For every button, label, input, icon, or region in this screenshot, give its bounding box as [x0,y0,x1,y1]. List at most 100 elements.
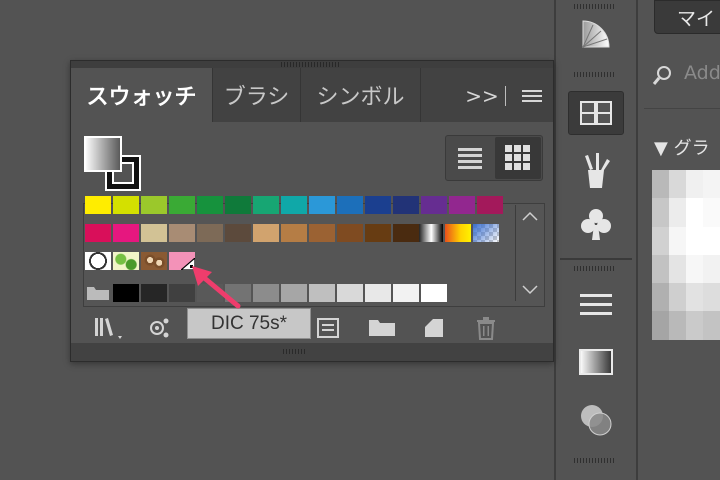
delete-swatch-button[interactable] [473,315,499,341]
gradient-swatch-orange-yellow[interactable] [445,224,471,242]
color-swatch[interactable] [281,196,307,214]
dock-grip[interactable] [574,266,614,271]
color-swatch[interactable] [449,196,475,214]
right-panel-divider [644,108,720,109]
annotation-arrow-icon [192,266,241,309]
color-swatch[interactable] [113,196,139,214]
gradient-swatch-blue-transparent[interactable] [473,224,499,242]
panel-menu-button[interactable] [517,78,547,114]
tab-bar-divider [505,86,506,106]
pattern-swatch-leaf[interactable] [113,252,139,270]
transparency-panel-button[interactable] [568,398,624,442]
panel-tab-bar: スウォッチ ブラシ シンボル >> [71,68,553,122]
brushes-icon [585,153,610,188]
new-swatch-icon [425,319,443,337]
grey-swatch[interactable] [365,284,391,302]
symbols-panel-button[interactable] [568,203,624,247]
grid-view-icon [505,145,530,170]
pattern-swatch-dots[interactable] [85,252,111,270]
color-swatch[interactable] [141,224,167,242]
swatch-library-icon [95,318,122,339]
stroke-panel-button[interactable] [568,283,624,327]
color-swatch[interactable] [141,196,167,214]
library-dropdown[interactable]: マイ [654,0,720,34]
swatch-scrollbar[interactable] [515,205,543,301]
grey-swatch[interactable] [253,284,279,302]
show-kinds-button[interactable] [147,315,173,341]
dock-grip[interactable] [574,72,614,77]
dock-divider [560,258,632,260]
panel-drag-bar[interactable] [71,61,553,68]
color-swatch[interactable] [253,196,279,214]
delete-swatch-icon [477,317,495,340]
color-swatch[interactable] [197,196,223,214]
color-swatch[interactable] [337,196,363,214]
pattern-swatch-swirl[interactable] [141,252,167,270]
library-section-title[interactable]: ▼ グラ [654,134,710,160]
grey-swatch[interactable] [337,284,363,302]
swatch-library-button[interactable] [93,315,127,341]
panel-resize-grip[interactable] [71,343,553,361]
grey-swatch[interactable] [309,284,335,302]
swatch-options-button[interactable] [315,315,341,341]
grey-swatch[interactable] [421,284,447,302]
color-group-folder-icon[interactable] [85,284,111,302]
color-swatch[interactable] [85,196,111,214]
stroke-icon [580,294,612,315]
club-symbol-icon [581,209,611,240]
grey-swatch[interactable] [113,284,139,302]
tab-symbols[interactable]: シンボル [301,68,421,122]
brushes-panel-button[interactable] [568,148,624,192]
library-dropdown-label: マイ [677,8,716,30]
color-swatch[interactable] [253,224,279,242]
color-swatch[interactable] [337,224,363,242]
new-color-group-icon [369,320,395,336]
transparency-icon [581,405,612,436]
list-view-button[interactable] [447,137,493,179]
gradient-fan-icon [582,20,610,48]
color-swatch[interactable] [393,224,419,242]
color-swatch[interactable] [281,224,307,242]
color-swatch[interactable] [365,196,391,214]
list-view-icon [458,148,482,169]
panel-overflow-button[interactable]: >> [465,78,499,114]
color-swatch[interactable] [169,224,195,242]
color-swatch[interactable] [85,224,111,242]
gradient-fan-button[interactable] [568,12,624,56]
hamburger-menu-icon [522,90,542,102]
swatches-panel-button[interactable] [568,91,624,135]
fill-stroke-indicator[interactable] [83,135,145,195]
color-swatch[interactable] [393,196,419,214]
grey-swatch[interactable] [393,284,419,302]
color-swatch[interactable] [113,224,139,242]
tab-swatches[interactable]: スウォッチ [71,68,213,122]
scroll-down-icon [522,285,538,295]
new-color-group-button[interactable] [367,315,397,341]
color-swatch[interactable] [365,224,391,242]
color-swatch[interactable] [225,224,251,242]
tab-brushes[interactable]: ブラシ [213,68,301,122]
color-swatch[interactable] [225,196,251,214]
color-swatch[interactable] [169,196,195,214]
dock-grip[interactable] [574,458,614,463]
library-preview-thumbnail[interactable] [652,170,720,340]
color-swatch[interactable] [477,196,503,214]
grid-view-button[interactable] [495,137,541,179]
color-swatch[interactable] [309,196,335,214]
dock-grip[interactable] [574,4,614,9]
grey-swatch[interactable] [281,284,307,302]
grey-swatch[interactable] [141,284,167,302]
search-icon [652,66,671,85]
show-kinds-icon [150,318,169,338]
library-search-input[interactable]: Add [684,62,720,84]
color-swatch[interactable] [421,196,447,214]
new-swatch-button[interactable] [421,315,447,341]
scroll-up-icon [522,211,538,221]
double-chevron-icon: >> [465,84,499,108]
color-swatch[interactable] [197,224,223,242]
gradient-panel-button[interactable] [568,340,624,384]
gradient-icon [579,349,613,375]
gradient-swatch-black-white[interactable] [417,224,443,242]
swatches-panel: スウォッチ ブラシ シンボル >> [70,60,554,362]
color-swatch[interactable] [309,224,335,242]
